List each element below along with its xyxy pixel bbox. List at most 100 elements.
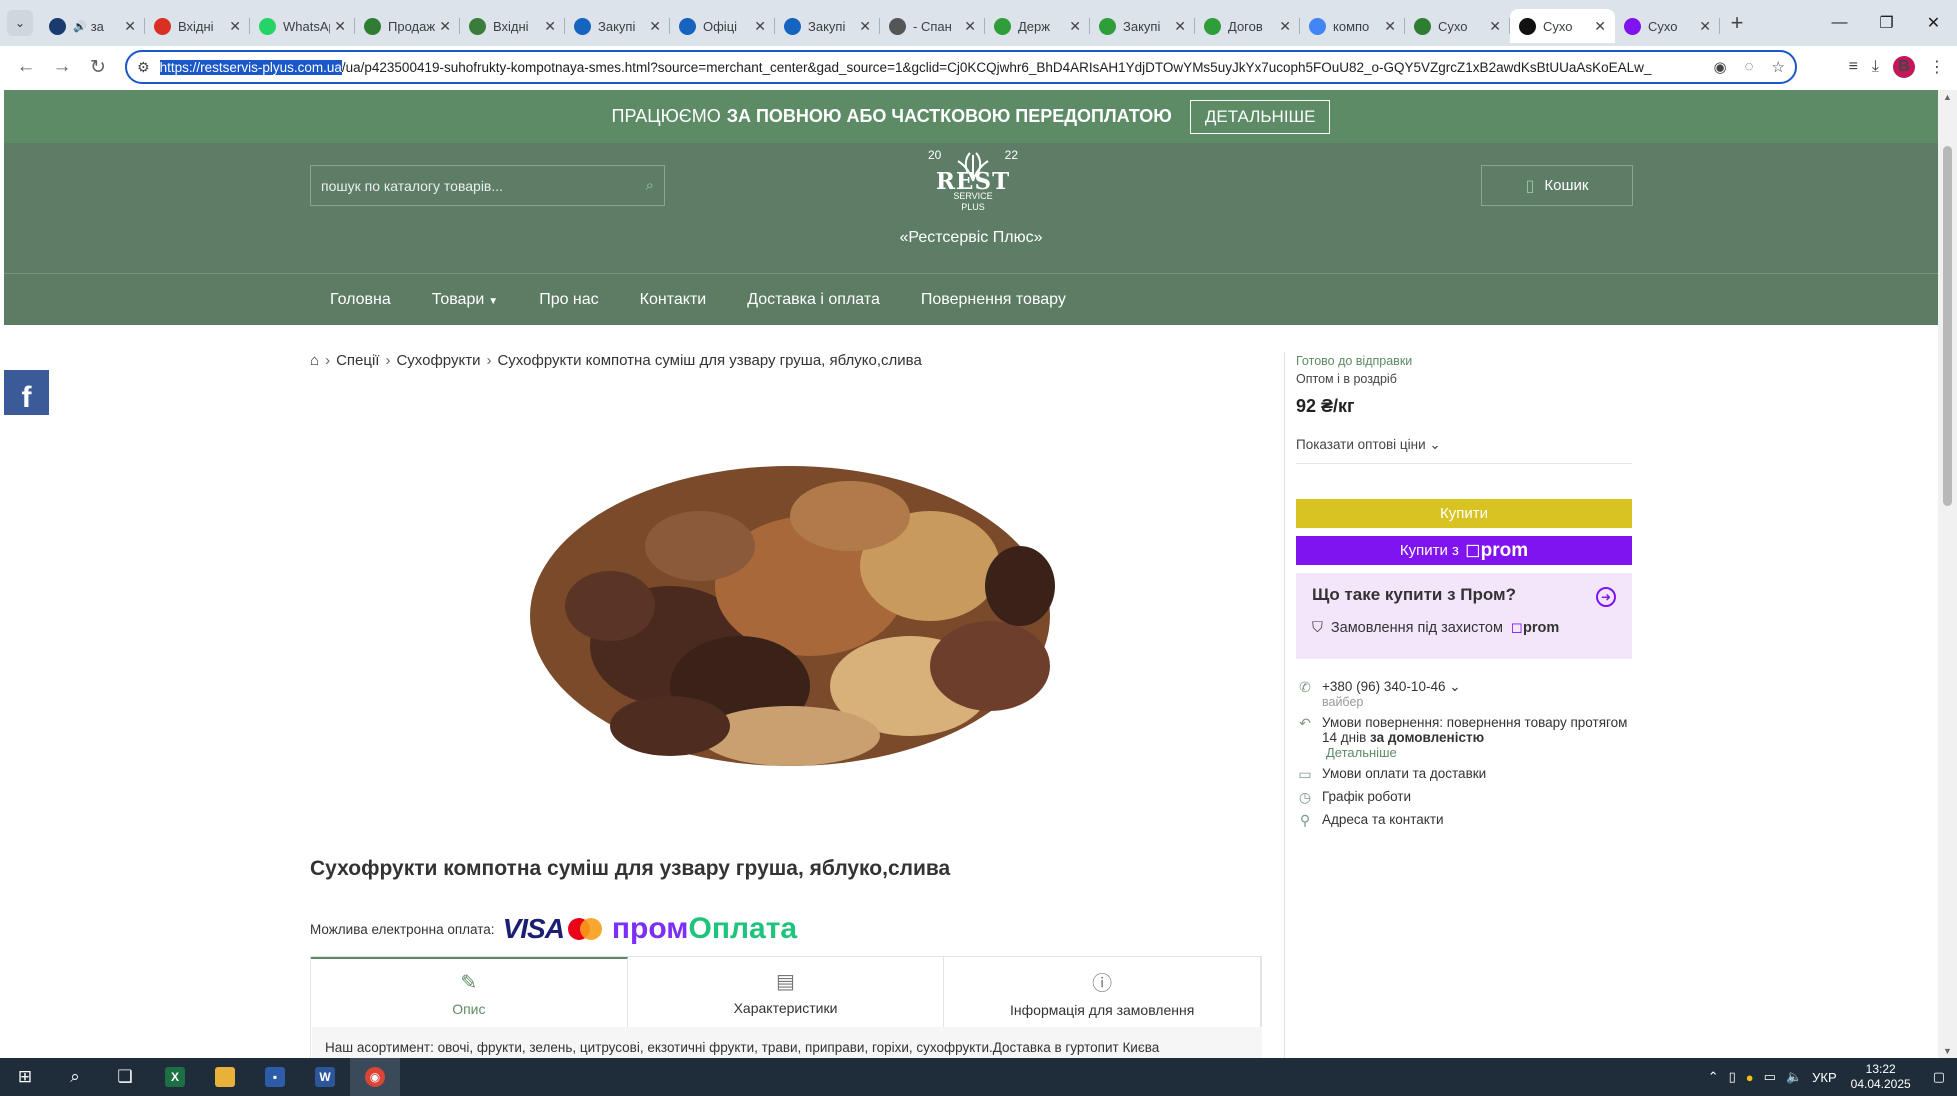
browser-tab[interactable]: Держ ✕ xyxy=(985,9,1090,43)
schedule-link[interactable]: ◷ Графік роботи xyxy=(1296,789,1632,806)
restore-icon[interactable]: ❐ xyxy=(1863,0,1910,46)
tab-characteristics[interactable]: ▤ Характеристики xyxy=(627,957,945,1027)
minimize-icon[interactable]: — xyxy=(1816,0,1863,46)
scroll-up-icon[interactable]: ▲ xyxy=(1938,92,1957,102)
search-icon[interactable]: ⌕ xyxy=(646,177,654,194)
windows-start-icon[interactable]: ⊞ xyxy=(0,1058,50,1096)
lens-icon[interactable]: ◉ xyxy=(1714,58,1727,76)
save-disk-icon[interactable]: ▪ xyxy=(250,1058,300,1096)
download-icon[interactable]: ⤓ xyxy=(1872,58,1879,76)
reload-icon[interactable]: ↻ xyxy=(80,49,116,85)
address-link[interactable]: ⚲ Адреса та контакти xyxy=(1296,812,1632,829)
word-icon[interactable]: W xyxy=(300,1058,350,1096)
product-photo[interactable] xyxy=(490,386,1080,822)
browser-tab[interactable]: Закупі ✕ xyxy=(565,9,670,43)
arrow-right-circle-icon[interactable]: ➜ xyxy=(1596,587,1616,607)
search-icon[interactable]: ⌕ xyxy=(50,1058,100,1096)
menu-item-home[interactable]: Головна xyxy=(330,291,391,309)
excel-icon[interactable]: X xyxy=(150,1058,200,1096)
close-tab-icon[interactable]: ✕ xyxy=(229,18,241,35)
scrollbar-thumb[interactable] xyxy=(1943,146,1952,506)
url-text[interactable]: https://restservis-plyus.com.ua/ua/p4235… xyxy=(159,59,1704,75)
buy-with-prom-button[interactable]: Купити з ◻prom xyxy=(1296,536,1632,565)
eye-off-icon[interactable]: ◌ xyxy=(1745,58,1754,76)
breadcrumb-item[interactable]: Сухофрукти xyxy=(396,352,480,369)
site-logo[interactable]: 20 22 REST SERVICE PLUS xyxy=(918,143,1028,223)
close-tab-icon[interactable]: ✕ xyxy=(1174,18,1186,35)
menu-item-products[interactable]: Товари ▼ xyxy=(432,291,498,309)
close-tab-icon[interactable]: ✕ xyxy=(544,18,556,35)
scroll-down-icon[interactable]: ▼ xyxy=(1938,1046,1957,1056)
browser-tab[interactable]: Вхідні ✕ xyxy=(145,9,250,43)
forward-arrow-icon[interactable]: → xyxy=(44,49,80,85)
file-explorer-icon[interactable] xyxy=(200,1058,250,1096)
breadcrumb-item[interactable]: Спеції xyxy=(336,352,379,369)
kebab-menu-icon[interactable]: ⋮ xyxy=(1929,57,1945,77)
browser-tab[interactable]: - Спан ✕ xyxy=(880,9,985,43)
browser-tab[interactable]: Сухо ✕ xyxy=(1510,9,1615,43)
close-tab-icon[interactable]: ✕ xyxy=(1594,18,1606,35)
close-tab-icon[interactable]: ✕ xyxy=(124,18,136,35)
task-view-icon[interactable]: ❏ xyxy=(100,1058,150,1096)
site-settings-icon[interactable]: ⚙ xyxy=(137,59,150,76)
menu-item-delivery[interactable]: Доставка і оплата xyxy=(747,291,880,309)
close-tab-icon[interactable]: ✕ xyxy=(334,18,346,35)
cart-button[interactable]: ▯ Кошик xyxy=(1481,165,1633,206)
network-icon[interactable]: ▭ xyxy=(1764,1069,1776,1085)
phone-row[interactable]: ✆ +380 (96) 340-10-46 ⌄ вайбер xyxy=(1296,679,1632,709)
browser-tab[interactable]: Вхідні ✕ xyxy=(460,9,565,43)
usb-icon[interactable]: ▯ xyxy=(1729,1069,1736,1085)
browser-tab[interactable]: Сухо ✕ xyxy=(1615,9,1720,43)
chevron-up-icon[interactable]: ⌃ xyxy=(1708,1069,1719,1085)
close-tab-icon[interactable]: ✕ xyxy=(754,18,766,35)
browser-tab[interactable]: Продаж ✕ xyxy=(355,9,460,43)
close-tab-icon[interactable]: ✕ xyxy=(964,18,976,35)
volume-icon[interactable]: 🔈 xyxy=(1786,1069,1802,1085)
menu-item-returns[interactable]: Повернення товару xyxy=(921,291,1066,309)
home-icon[interactable]: ⌂ xyxy=(310,352,319,369)
what-is-prom-box[interactable]: Що таке купити з Пром? ➜ ⛉ Замовлення пі… xyxy=(1296,573,1632,659)
close-tab-icon[interactable]: ✕ xyxy=(649,18,661,35)
browser-tab[interactable]: WhatsApp✕ xyxy=(250,9,355,43)
tab-description[interactable]: ✎ Опис xyxy=(311,957,628,1027)
buy-button[interactable]: Купити xyxy=(1296,499,1632,528)
browser-tab[interactable]: Сухо ✕ xyxy=(1405,9,1510,43)
close-tab-icon[interactable]: ✕ xyxy=(1489,18,1501,35)
clock[interactable]: 13:22 04.04.2025 xyxy=(1851,1062,1911,1092)
browser-tab[interactable]: 🔊 за ✕ xyxy=(40,9,145,43)
bookmark-star-icon[interactable]: ☆ xyxy=(1772,58,1785,76)
facebook-icon[interactable]: f xyxy=(4,370,49,415)
menu-item-contacts[interactable]: Контакти xyxy=(640,291,707,309)
back-arrow-icon[interactable]: ← xyxy=(8,49,44,85)
language-indicator[interactable]: УКР xyxy=(1812,1070,1837,1085)
close-tab-icon[interactable]: ✕ xyxy=(1384,18,1396,35)
close-tab-icon[interactable]: ✕ xyxy=(439,18,451,35)
audio-icon[interactable]: 🔊 xyxy=(73,20,87,33)
browser-tab[interactable]: Закупі ✕ xyxy=(775,9,880,43)
close-tab-icon[interactable]: ✕ xyxy=(1069,18,1081,35)
browser-tab[interactable]: Закупі ✕ xyxy=(1090,9,1195,43)
new-tab-button[interactable]: + xyxy=(1720,10,1754,36)
media-queue-icon[interactable]: ≡ xyxy=(1849,58,1858,76)
menu-item-about[interactable]: Про нас xyxy=(539,291,598,309)
return-details-link[interactable]: Детальніше xyxy=(1326,745,1632,760)
payment-delivery-link[interactable]: ▭ Умови оплати та доставки xyxy=(1296,766,1632,783)
tab-order-info[interactable]: ⓘ Інформація для замовлення xyxy=(944,957,1262,1027)
close-tab-icon[interactable]: ✕ xyxy=(1279,18,1291,35)
address-bar[interactable]: ⚙ https://restservis-plyus.com.ua/ua/p42… xyxy=(125,50,1797,84)
close-window-icon[interactable]: ✕ xyxy=(1910,0,1957,46)
norton-icon[interactable]: ● xyxy=(1746,1070,1754,1085)
profile-avatar[interactable]: B xyxy=(1893,56,1915,78)
browser-tab[interactable]: Офіці ✕ xyxy=(670,9,775,43)
browser-tab[interactable]: Догов ✕ xyxy=(1195,9,1300,43)
browser-tab[interactable]: компо ✕ xyxy=(1300,9,1405,43)
tab-search-button[interactable]: ⌄ xyxy=(0,0,40,46)
close-tab-icon[interactable]: ✕ xyxy=(859,18,871,35)
close-tab-icon[interactable]: ✕ xyxy=(1699,18,1711,35)
search-input[interactable] xyxy=(321,177,646,194)
promo-details-button[interactable]: ДЕТАЛЬНІШЕ xyxy=(1189,99,1331,134)
phone-number[interactable]: +380 (96) 340-10-46 xyxy=(1322,679,1445,694)
chrome-icon[interactable]: ◉ xyxy=(350,1058,400,1096)
page-scrollbar[interactable]: ▲ ▼ xyxy=(1938,90,1957,1058)
notification-icon[interactable]: ▢ xyxy=(1933,1069,1945,1085)
